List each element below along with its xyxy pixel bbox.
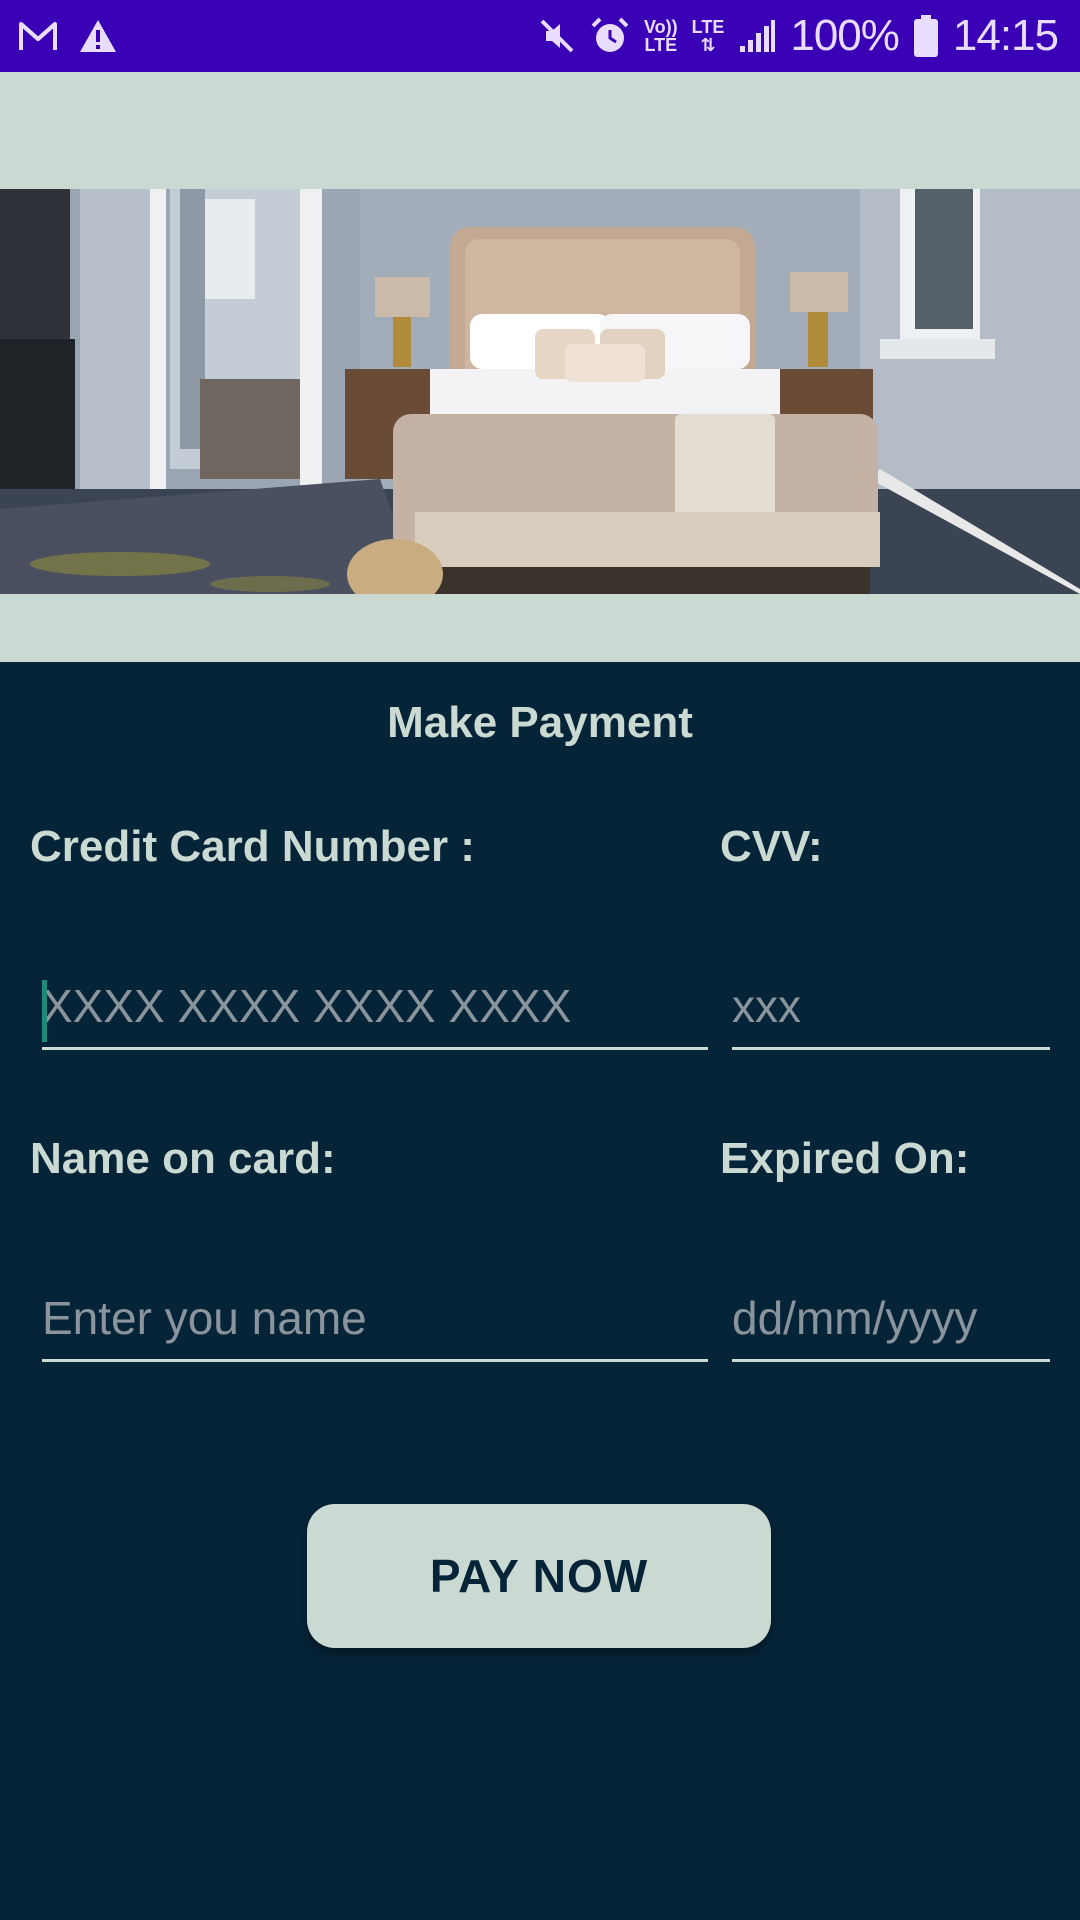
expiry-field[interactable] <box>732 1282 1050 1362</box>
battery-icon <box>913 14 939 58</box>
alarm-icon <box>590 16 630 56</box>
warning-icon <box>78 18 118 54</box>
status-bar: Vo)) LTE LTE ⇅ 100% 14:15 <box>0 0 1080 72</box>
name-label: Name on card: <box>30 1134 336 1183</box>
cvv-input[interactable] <box>732 970 1050 1042</box>
name-underline <box>42 1359 708 1362</box>
status-bar-system: Vo)) LTE LTE ⇅ 100% 14:15 <box>538 8 1059 64</box>
card-number-label: Credit Card Number : <box>30 822 475 871</box>
name-input[interactable] <box>42 1282 708 1354</box>
card-number-field[interactable] <box>42 970 708 1050</box>
card-number-input[interactable] <box>42 970 708 1042</box>
mute-icon <box>538 17 576 55</box>
status-bar-notifications <box>18 14 118 58</box>
cvv-underline <box>732 1047 1050 1050</box>
card-number-underline <box>42 1047 708 1050</box>
expiry-underline <box>732 1359 1050 1362</box>
payment-form: Make Payment Credit Card Number : CVV: N… <box>0 662 1080 1920</box>
clock: 14:15 <box>952 11 1059 60</box>
text-cursor <box>42 980 47 1042</box>
cvv-field[interactable] <box>732 970 1050 1050</box>
signal-icon <box>738 18 776 54</box>
name-field[interactable] <box>42 1282 708 1362</box>
volte-icon: Vo)) LTE <box>644 17 678 55</box>
banner <box>0 72 1080 662</box>
lte-icon: LTE ⇅ <box>691 17 725 55</box>
expiry-label: Expired On: <box>720 1134 970 1183</box>
page-title: Make Payment <box>387 698 693 747</box>
bedroom-photo <box>0 189 1080 594</box>
gmail-icon <box>18 19 58 53</box>
cvv-label: CVV: <box>720 822 823 871</box>
data-arrows-icon: ⇅ <box>700 35 716 55</box>
battery-percent: 100% <box>790 11 900 60</box>
expiry-input[interactable] <box>732 1282 1050 1354</box>
pay-now-button[interactable]: PAY NOW <box>307 1504 771 1648</box>
